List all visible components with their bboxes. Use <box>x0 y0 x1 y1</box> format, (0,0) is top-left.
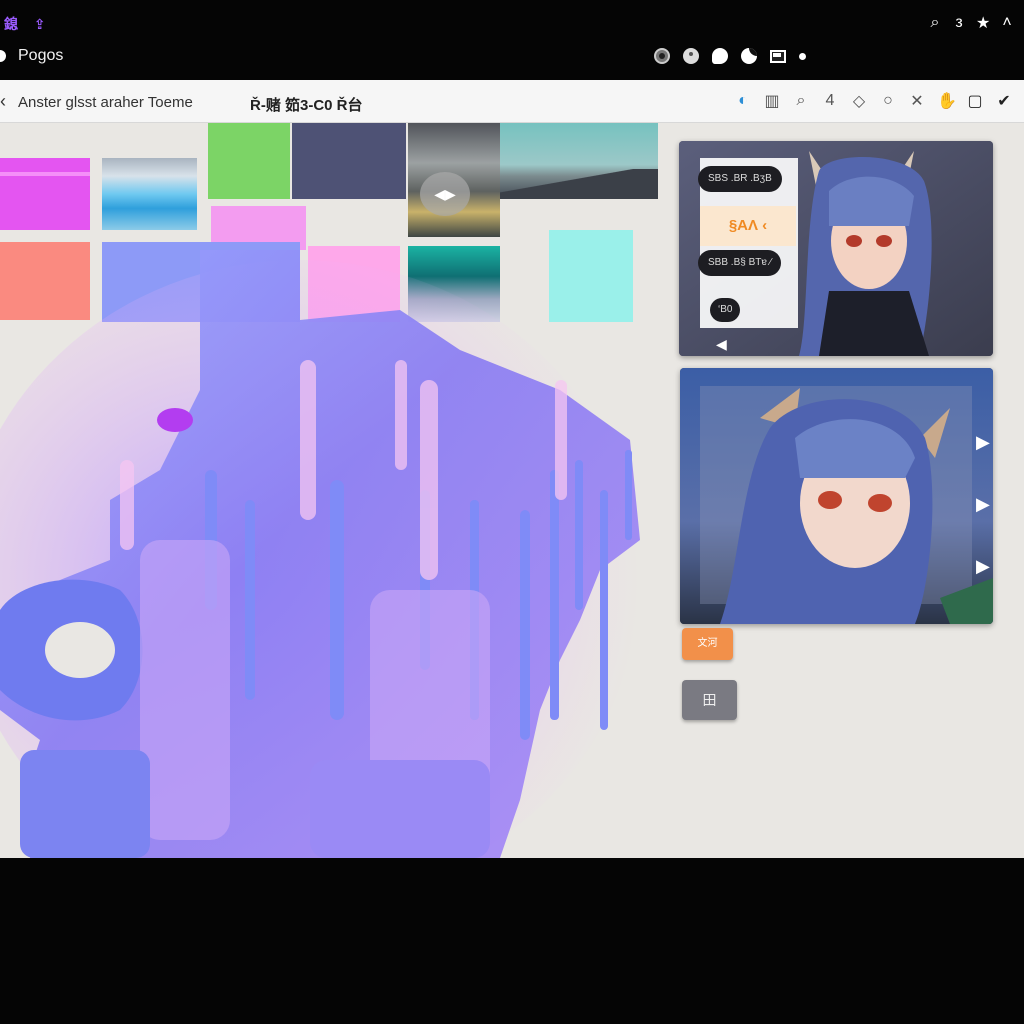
bottom-letterbox <box>0 858 1024 1024</box>
frame-icon[interactable] <box>770 49 786 63</box>
close-icon[interactable]: ✕ <box>908 91 926 111</box>
yin-icon[interactable] <box>741 48 757 64</box>
back-icon[interactable]: ‹ <box>0 91 6 112</box>
bubble-icon[interactable]: ◐ <box>734 92 752 110</box>
swatch-magenta[interactable] <box>0 158 90 230</box>
circle-icon[interactable]: ○ <box>879 92 897 110</box>
check-icon[interactable]: ✔ <box>995 91 1013 111</box>
book-icon[interactable]: ▥ <box>763 91 781 111</box>
status-right-icons: ⌕ з ★ ˄ <box>928 13 1014 33</box>
page-subtitle: Ř-赌 筎3-C0 Ř台 <box>250 97 363 114</box>
search-icon[interactable]: ⌕ <box>928 14 942 32</box>
dot-icon[interactable] <box>799 52 806 60</box>
swatch-green[interactable] <box>208 123 290 199</box>
card1-chip[interactable]: SBB .B§ BTɐ ∕ <box>698 250 782 276</box>
swatch-slate[interactable] <box>292 123 406 199</box>
disc-icon[interactable] <box>683 48 699 64</box>
next-arrow-icon[interactable]: ▶ <box>976 494 990 515</box>
status-left-icons: 鎴 ⇪ <box>4 16 52 32</box>
anime-card-2[interactable] <box>680 368 993 624</box>
drop-icon[interactable] <box>712 48 728 64</box>
next-arrow-icon[interactable]: ▶ <box>976 556 990 577</box>
app-title: Pogos <box>18 47 64 64</box>
four-icon[interactable]: 4 <box>821 92 839 110</box>
orange-action-button[interactable]: 文河 <box>682 628 733 660</box>
card1-orange-label: §AɅ ‹ <box>700 206 796 246</box>
next-arrow-icon[interactable]: ▶ <box>976 432 990 453</box>
anime-portrait-2 <box>680 368 993 624</box>
page-title: Anster glsst araher Toeme <box>18 94 193 111</box>
star-icon[interactable]: ★ <box>976 13 990 33</box>
tag-icon[interactable]: ◇ <box>850 91 868 111</box>
record-icon[interactable] <box>654 48 670 64</box>
app-bar <box>0 46 1024 80</box>
card1-chip[interactable]: ‘B0 <box>710 298 741 322</box>
hand-icon[interactable]: ✋ <box>937 91 957 111</box>
thumbnail-mountain[interactable] <box>500 123 658 199</box>
square-icon[interactable]: ▢ <box>966 91 984 111</box>
melting-slime-artwork <box>0 250 640 858</box>
search-icon[interactable]: ⌕ <box>792 92 810 110</box>
three-icon[interactable]: з <box>952 14 966 32</box>
gray-action-button[interactable]: 田 <box>682 680 737 720</box>
chevron-up-icon[interactable]: ˄ <box>1000 14 1014 32</box>
media-controls <box>654 48 806 64</box>
card1-chip[interactable]: SBS .BR .BʒB <box>698 166 782 192</box>
play-button[interactable]: ◀▶ <box>420 172 470 216</box>
prev-arrow-icon[interactable]: ◀ <box>716 336 727 353</box>
status-bar <box>0 0 1024 46</box>
thumbnail-pool[interactable] <box>102 158 197 230</box>
tool-icons: ◐ ▥ ⌕ 4 ◇ ○ ✕ ✋ ▢ ✔ <box>734 91 1013 111</box>
